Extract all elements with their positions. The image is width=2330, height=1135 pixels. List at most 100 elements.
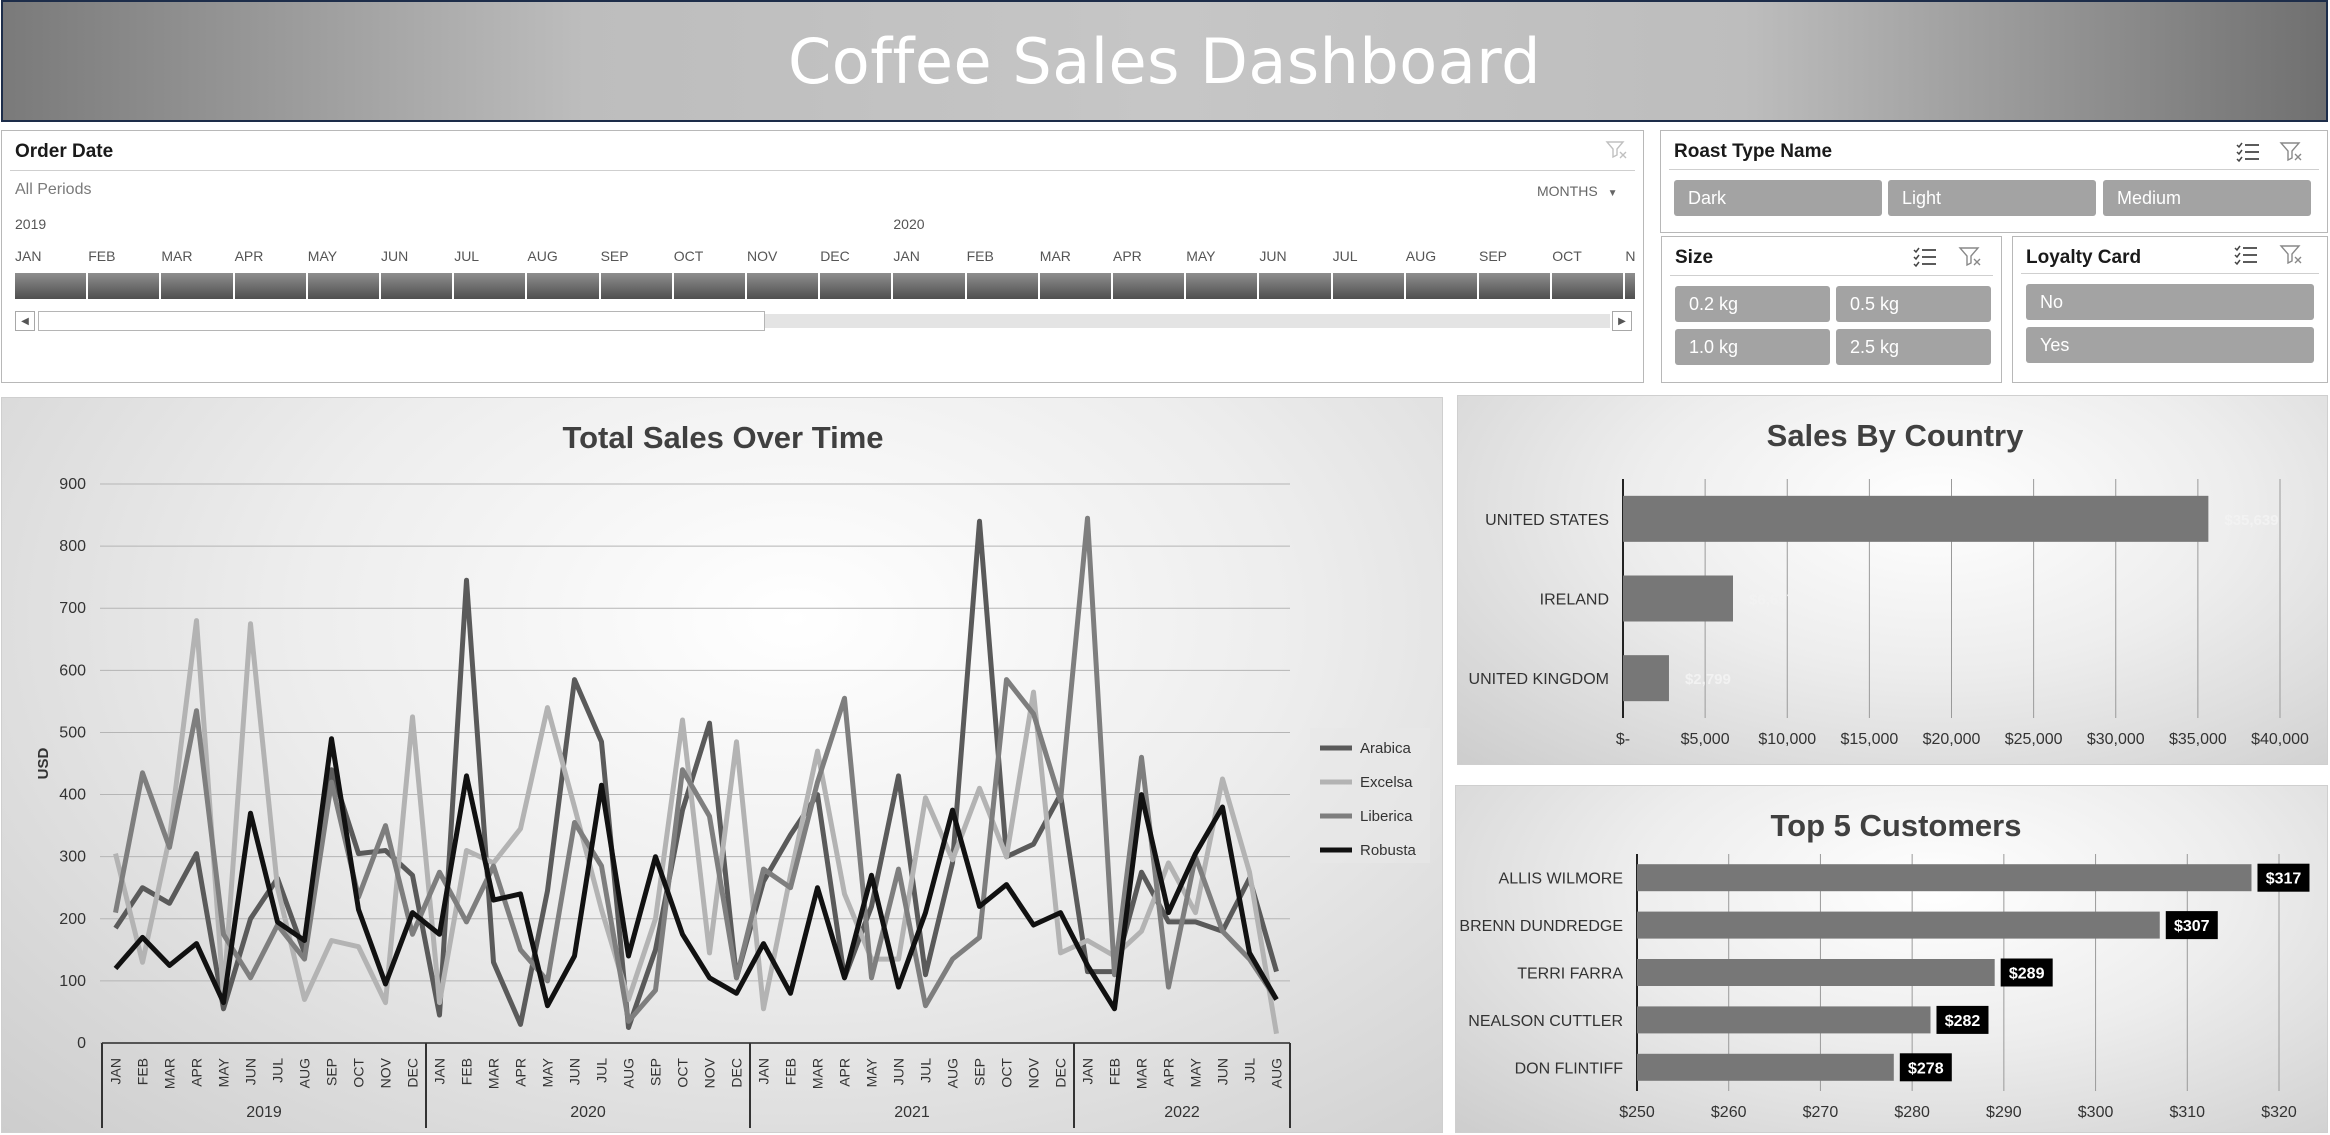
timeline-month-bar[interactable] [893, 273, 967, 299]
x-tick-label: $25,000 [2005, 731, 2063, 748]
timeline-month-bar[interactable] [307, 273, 381, 299]
x-tick-label: APR [513, 1058, 529, 1087]
x-tick-label: $5,000 [1681, 731, 1730, 748]
size-0-2kg-button[interactable]: 0.2 kg [1675, 286, 1830, 322]
timeline-month-bar[interactable] [88, 273, 162, 299]
loyalty-no-button[interactable]: No [2026, 284, 2314, 320]
timeline-month-label: AUG [527, 248, 558, 264]
timeline-month-bar[interactable] [1113, 273, 1187, 299]
clear-filter-icon[interactable] [1605, 139, 1629, 161]
year-label: 2019 [246, 1104, 282, 1121]
roast-type-slicer[interactable]: Roast Type Name Dark Light Medium [1660, 130, 2328, 233]
loyalty-card-slicer[interactable]: Loyalty Card No Yes [2012, 236, 2328, 383]
roast-dark-button[interactable]: Dark [1674, 180, 1882, 216]
y-tick-label: 300 [59, 849, 86, 866]
timeline-month-label: APR [1113, 248, 1142, 264]
timeline-month-label: DEC [820, 248, 850, 264]
x-tick-label: MAY [540, 1057, 556, 1087]
timeline-month-bar[interactable] [527, 273, 601, 299]
clear-filter-icon[interactable] [2279, 140, 2305, 164]
y-axis-title: USD [35, 747, 52, 779]
timeline-month-bar[interactable] [1186, 273, 1260, 299]
timeline-year-label: 2019 [15, 216, 47, 232]
loyalty-yes-button[interactable]: Yes [2026, 327, 2314, 363]
timeline-month-label: SEP [600, 248, 629, 264]
x-tick-label: DEC [405, 1058, 421, 1088]
timeline-month-label: FEB [88, 248, 116, 264]
x-tick-label: OCT [675, 1058, 691, 1088]
timeline-month-bar[interactable] [381, 273, 455, 299]
roast-light-button[interactable]: Light [1888, 180, 2096, 216]
multi-select-icon[interactable] [1912, 245, 1938, 269]
total-sales-chart: Total Sales Over Time 0 100 200 300 400 500 600… [1, 397, 1443, 1133]
size-1-0kg-button[interactable]: 1.0 kg [1675, 329, 1830, 365]
x-tick-label: DEC [1053, 1058, 1069, 1088]
timeline-month-bar[interactable] [1332, 273, 1406, 299]
clear-filter-icon[interactable] [1958, 245, 1984, 269]
year-label: 2021 [894, 1104, 930, 1121]
x-tick-label: APR [189, 1058, 205, 1087]
x-tick-label: $30,000 [2087, 731, 2145, 748]
category-label: ALLIS WILMORE [1499, 871, 1623, 888]
category-label: DON FLINTIFF [1515, 1060, 1624, 1077]
x-tick-label: MAY [1188, 1057, 1204, 1087]
timeline-month-bar[interactable] [1039, 273, 1113, 299]
timeline-month-bar[interactable] [1625, 273, 1638, 299]
timeline-month-label: AUG [1405, 248, 1437, 264]
size-slicer[interactable]: Size 0.2 kg 0.5 kg 1.0 kg 2.5 kg [1661, 236, 2002, 383]
timeline-month-bar[interactable] [673, 273, 747, 299]
timeline-month-bar[interactable] [600, 273, 674, 299]
roast-medium-button[interactable]: Medium [2103, 180, 2311, 216]
x-tick-label: $20,000 [1923, 731, 1981, 748]
x-tick-label: $40,000 [2251, 731, 2309, 748]
x-tick-label: AUG [621, 1058, 637, 1088]
size-0-5kg-button[interactable]: 0.5 kg [1836, 286, 1991, 322]
timeline-month-label: JUL [454, 248, 480, 264]
timeline-month-bar[interactable] [161, 273, 235, 299]
timeline-title: Order Date [15, 141, 114, 162]
x-tick-label: APR [837, 1058, 853, 1087]
timeline-month-bar[interactable] [747, 273, 821, 299]
timeline-month-bar[interactable] [1405, 273, 1479, 299]
scroll-left-arrow-icon[interactable]: ◀ [15, 311, 35, 331]
timeline-month-label: OCT [673, 248, 704, 264]
x-tick-label: JUL [918, 1058, 934, 1083]
timeline-month-bar[interactable] [15, 273, 89, 299]
x-tick-label: FEB [135, 1058, 151, 1085]
timeline-month-label: MAR [1039, 248, 1071, 264]
timeline-month-bar[interactable] [820, 273, 894, 299]
size-2-5kg-button[interactable]: 2.5 kg [1836, 329, 1991, 365]
timeline-scroll-thumb[interactable] [38, 311, 765, 331]
x-tick-label: MAY [216, 1057, 232, 1087]
top-customers-chart: Top 5 Customers $250 $260 $270 $280 $290 $300 $… [1455, 785, 2328, 1133]
x-tick-label: $270 [1803, 1104, 1839, 1121]
x-tick-label: $310 [2169, 1104, 2205, 1121]
sales-by-country-chart: Sales By Country $- $5,000 $10,000 $15,000 $2… [1457, 395, 2328, 765]
x-tick-label: $10,000 [1758, 731, 1816, 748]
bar [1637, 1006, 1931, 1034]
x-tick-label: JUL [270, 1058, 286, 1083]
scroll-right-arrow-icon[interactable]: ▶ [1612, 311, 1632, 331]
multi-select-icon[interactable] [2235, 140, 2261, 164]
timeline-month-bar[interactable] [1552, 273, 1626, 299]
timeline-month-bar[interactable] [234, 273, 308, 299]
x-tick-label: JUL [594, 1058, 610, 1083]
timeline-month-bar[interactable] [966, 273, 1040, 299]
top-customers-bar-chart: Top 5 Customers $250 $260 $270 $280 $290 $300 $… [1459, 808, 2310, 1121]
timeline-month-label: JUN [381, 248, 409, 264]
order-date-timeline[interactable]: Order Date All Periods MONTHS ▼ 2019 2020… [1, 130, 1644, 383]
timeline-month-label: JUN [1259, 248, 1287, 264]
bar [1637, 911, 2160, 939]
y-tick-label: 700 [59, 600, 86, 617]
sales-by-country-bar-chart: Sales By Country $- $5,000 $10,000 $15,000 $2… [1469, 418, 2309, 748]
dashboard-title-bar: Coffee Sales Dashboard [1, 0, 2328, 122]
category-label: BRENN DUNDREDGE [1459, 918, 1623, 935]
timeline-level-dropdown[interactable]: MONTHS ▼ [1537, 183, 1617, 199]
clear-filter-icon[interactable] [2279, 243, 2305, 267]
timeline-title-divider [10, 170, 1635, 171]
timeline-month-bar[interactable] [1479, 273, 1553, 299]
timeline-month-bar[interactable] [1259, 273, 1333, 299]
x-tick-label: APR [1161, 1058, 1177, 1087]
multi-select-icon[interactable] [2233, 243, 2259, 267]
timeline-month-bar[interactable] [454, 273, 528, 299]
